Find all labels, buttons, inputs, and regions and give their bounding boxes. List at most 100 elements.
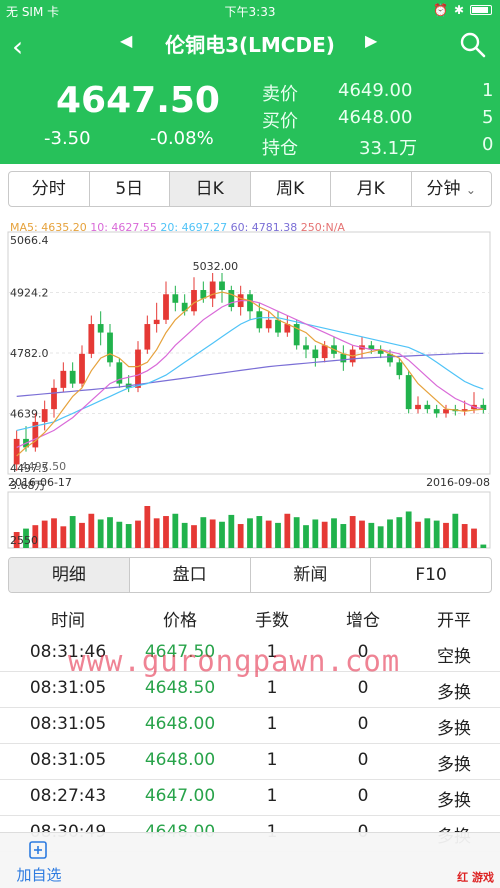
header: 无 SIM 卡 下午3:33 ⏰ ✱ ‹ ◀ 伦铜电3(LMCDE) ▶ 464… — [0, 0, 500, 164]
period-daily[interactable]: 日K — [170, 172, 251, 206]
tab-detail[interactable]: 明细 — [9, 558, 130, 592]
volume-bar — [116, 521, 123, 548]
app-root: 无 SIM 卡 下午3:33 ⏰ ✱ ‹ ◀ 伦铜电3(LMCDE) ▶ 464… — [0, 0, 500, 888]
search-icon[interactable] — [460, 32, 486, 58]
candle-body — [163, 294, 169, 320]
col-time: 时间 — [51, 611, 85, 631]
volume-bar — [172, 513, 179, 548]
candle-body — [79, 353, 85, 384]
candle-body — [228, 290, 235, 308]
volume-bar — [228, 514, 235, 548]
cell-vol: 1 — [266, 678, 278, 698]
cell-type: 多换 — [437, 719, 471, 739]
cell-vol: 1 — [266, 714, 278, 734]
period-minute[interactable]: 分钟 ⌄ — [412, 172, 492, 206]
bid-qty: 5 — [482, 107, 494, 128]
alarm-icon: ⏰ — [432, 3, 448, 17]
period-monthly[interactable]: 月K — [331, 172, 412, 206]
cell-vol: 1 — [266, 786, 278, 806]
page-title: 伦铜电3(LMCDE) — [165, 33, 335, 57]
cell-type: 多换 — [437, 791, 471, 811]
table-row: 08:31:05 4648.00 1 0 多换 — [0, 744, 500, 780]
volume-bar — [275, 522, 281, 548]
cell-vol: 1 — [266, 750, 278, 770]
ask-qty: 1 — [482, 80, 494, 101]
candle-body — [415, 404, 421, 410]
chevron-down-icon: ⌄ — [465, 183, 476, 197]
volume-bar — [461, 524, 468, 548]
tab-news[interactable]: 新闻 — [251, 558, 372, 592]
period-selector: 分时 5日 日K 周K 月K 分钟 ⌄ — [8, 171, 492, 207]
period-5day[interactable]: 5日 — [90, 172, 170, 206]
volume-bar — [256, 516, 263, 548]
end-date-label: 2016-09-08 — [426, 476, 490, 489]
volume-bar — [237, 524, 244, 548]
volume-bar — [415, 521, 421, 548]
candle-body — [107, 332, 113, 363]
table-row: 08:31:05 4648.00 1 0 多换 — [0, 708, 500, 744]
next-contract-icon[interactable]: ▶ — [365, 31, 377, 50]
col-oi: 增仓 — [346, 611, 380, 631]
col-volume: 手数 — [255, 611, 289, 631]
period-weekly[interactable]: 周K — [251, 172, 331, 206]
watermark: www.gurongpawn.com — [68, 644, 401, 678]
volume-bar — [107, 517, 113, 548]
bottom-bar: 加自选 红 游戏 — [0, 832, 500, 888]
candle-body — [60, 370, 67, 388]
candle-body — [312, 349, 319, 359]
volume-bar — [144, 506, 151, 548]
oi-label: 持仓 — [262, 138, 298, 159]
volume-bar — [480, 544, 487, 548]
bluetooth-icon: ✱ — [453, 3, 464, 17]
volume-bar — [163, 516, 169, 548]
volume-bar — [424, 518, 431, 548]
volume-bar — [41, 520, 48, 548]
volume-bar — [433, 520, 440, 548]
add-watchlist-label: 加自选 — [16, 866, 62, 884]
bid-price: 4648.00 — [338, 107, 413, 128]
volume-bar — [200, 517, 207, 548]
y-tick-label: 5066.4 — [10, 234, 49, 247]
status-bar: 无 SIM 卡 下午3:33 ⏰ ✱ — [0, 0, 500, 22]
y-tick-label: 4782.0 — [10, 347, 49, 360]
volume-bar — [368, 522, 375, 548]
candle-body — [405, 375, 412, 410]
volume-bar — [359, 520, 365, 548]
low-price-label: 4497.50 — [21, 460, 67, 473]
candle-body — [144, 324, 151, 350]
kline-chart[interactable]: 5066.44924.24782.04639.74497.55032.00449… — [0, 216, 500, 552]
candle-body — [51, 387, 57, 410]
volume-bar — [387, 519, 393, 548]
volume-bar — [396, 517, 403, 548]
high-price-label: 5032.00 — [193, 260, 239, 273]
volume-bar — [265, 520, 272, 548]
candle-body — [321, 345, 328, 359]
candle-body — [396, 362, 403, 376]
cell-time: 08:27:43 — [29, 786, 107, 806]
volume-bar — [471, 528, 477, 548]
tab-f10[interactable]: F10 — [371, 558, 491, 592]
volume-bar — [79, 522, 85, 548]
period-intraday[interactable]: 分时 — [9, 172, 90, 206]
cell-time: 08:31:05 — [29, 750, 107, 770]
tab-orderbook[interactable]: 盘口 — [130, 558, 251, 592]
volume-bar — [377, 526, 384, 548]
site-logo: 红 游戏 — [457, 871, 494, 884]
col-type: 开平 — [437, 611, 471, 631]
cell-oi: 0 — [357, 786, 369, 806]
cell-price: 4648.00 — [144, 750, 216, 770]
candle-body — [69, 370, 76, 384]
detail-tabs: 明细 盘口 新闻 F10 — [8, 557, 492, 593]
volume-bar — [349, 516, 356, 548]
volume-bar — [284, 513, 291, 548]
period-minute-label: 分钟 — [426, 179, 461, 199]
candle-body — [13, 438, 20, 465]
cell-price: 4648.00 — [144, 714, 216, 734]
candle-body — [340, 353, 347, 363]
add-watchlist-button[interactable]: 加自选 — [0, 833, 78, 888]
cell-price: 4648.50 — [144, 678, 216, 698]
candle-body — [88, 324, 95, 354]
volume-bar — [452, 513, 459, 548]
candle-body — [153, 319, 160, 325]
candle-body — [41, 409, 48, 422]
